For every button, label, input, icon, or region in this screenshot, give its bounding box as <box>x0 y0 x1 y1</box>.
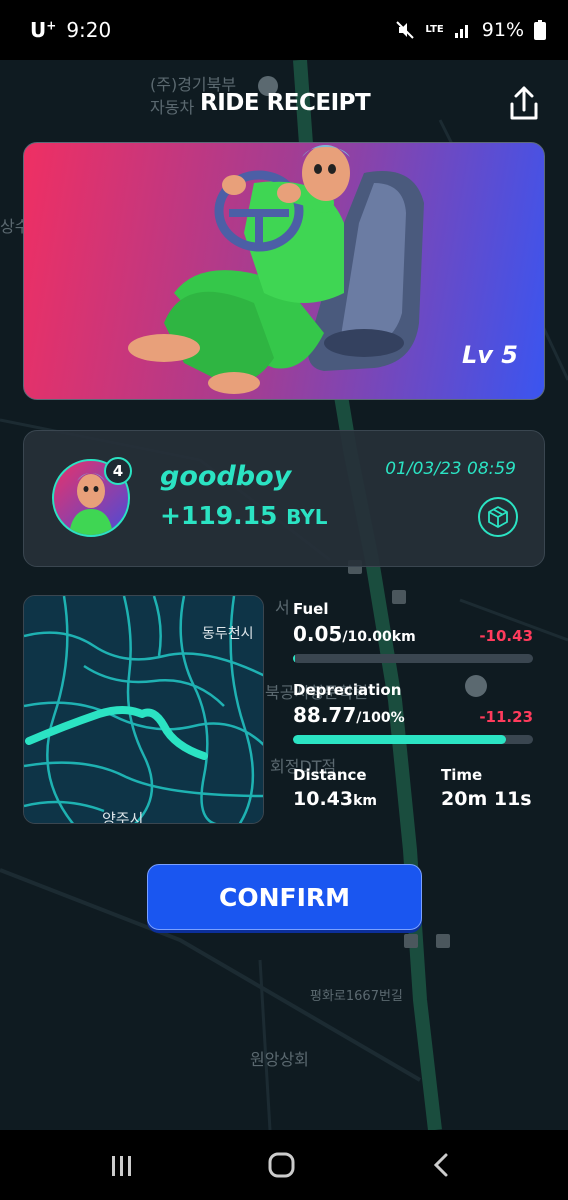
earned-amount: +119.15 BYL <box>160 501 328 530</box>
ride-timestamp: 01/03/23 08:59 <box>385 459 516 479</box>
route-map-graphic: 동두천시 양주시 <box>24 596 263 824</box>
map-label: 서 <box>275 598 290 617</box>
route-map-label: 동두천시 <box>202 626 254 642</box>
ride-stats: Fuel 0.05 /10.00km -10.43 Depreciation 8… <box>293 600 533 810</box>
fuel-max: /10.00km <box>342 629 416 645</box>
hero-banner: Lv 5 <box>23 142 545 400</box>
status-bar: U+ 9:20 LTE 91% <box>0 0 568 60</box>
box-icon <box>488 506 508 528</box>
depreciation-max: /100% <box>356 710 405 726</box>
route-map: 동두천시 양주시 <box>23 595 264 824</box>
time-label: Time <box>441 766 483 784</box>
battery-icon <box>534 20 546 40</box>
fuel-value: 0.05 <box>293 622 343 646</box>
map-label: 원앙상회 <box>250 1050 309 1069</box>
distance-label: Distance <box>293 766 367 784</box>
fuel-bar <box>293 654 533 663</box>
fuel-label: Fuel <box>293 600 329 618</box>
back-icon <box>433 1153 448 1177</box>
earned-currency: BYL <box>286 505 328 529</box>
route-map-label: 양주시 <box>102 810 143 824</box>
system-nav-bar <box>0 1130 568 1200</box>
carrier-label: U+ <box>30 18 57 42</box>
signal-icon <box>454 25 468 38</box>
time-value: 20m 11s <box>441 788 532 810</box>
distance-stat: Distance 10.43km <box>293 766 441 810</box>
map-label: 평화로1667번길 <box>310 989 403 1004</box>
back-button[interactable] <box>422 1148 462 1182</box>
lte-indicator: LTE <box>425 24 444 35</box>
level-badge: Lv 5 <box>462 341 518 369</box>
battery-percent: 91% <box>481 19 524 41</box>
share-button[interactable] <box>504 84 544 124</box>
distance-time-row: Distance 10.43km Time 20m 11s <box>293 766 533 810</box>
depreciation-bar-fill <box>293 735 507 744</box>
depreciation-delta: -11.23 <box>479 708 533 726</box>
home-icon <box>268 1152 295 1178</box>
page-title: RIDE RECEIPT <box>200 90 371 116</box>
depreciation-label: Depreciation <box>293 681 402 699</box>
fuel-bar-fill <box>293 654 295 663</box>
avatar-level-badge: 4 <box>104 457 132 485</box>
user-summary-card: 4 goodboy +119.15 BYL 01/03/23 08:59 <box>23 430 545 567</box>
distance-unit: km <box>353 793 378 809</box>
distance-value: 10.43 <box>293 788 354 810</box>
share-icon <box>510 86 538 120</box>
earned-value: +119.15 <box>160 501 278 530</box>
clock: 9:20 <box>66 18 112 42</box>
recent-apps-icon <box>112 1156 131 1176</box>
fuel-delta: -10.43 <box>479 627 533 645</box>
mute-icon <box>396 21 415 39</box>
home-button[interactable] <box>262 1148 302 1182</box>
username: goodboy <box>160 461 292 492</box>
depreciation-bar <box>293 735 533 744</box>
depreciation-value: 88.77 <box>293 703 357 727</box>
confirm-button[interactable]: CONFIRM <box>147 864 422 930</box>
time-stat: Time 20m 11s <box>441 766 532 810</box>
mystery-box-button[interactable] <box>478 497 518 537</box>
header: RIDE RECEIPT <box>0 80 568 130</box>
depreciation-stat: Depreciation 88.77 /100% -11.23 <box>293 681 533 744</box>
fuel-stat: Fuel 0.05 /10.00km -10.43 <box>293 600 533 663</box>
recent-apps-button[interactable] <box>102 1148 142 1182</box>
